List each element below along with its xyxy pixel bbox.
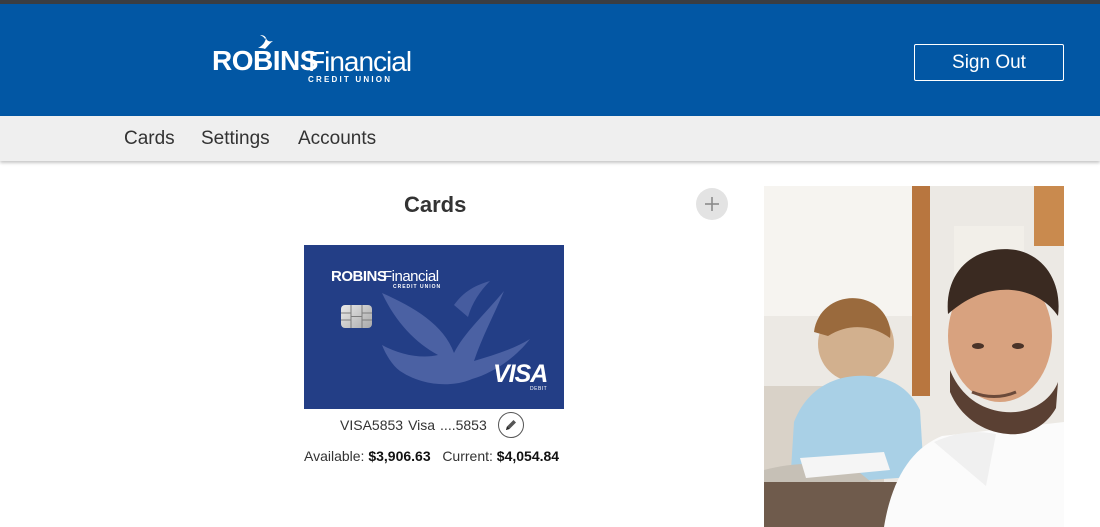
- card-name-row: VISA5853 Visa ....5853: [340, 414, 487, 436]
- nav-item-accounts[interactable]: Accounts: [298, 128, 376, 150]
- logo-brand-sub: CREDIT UNION: [308, 75, 393, 84]
- card-brand-sub: CREDIT UNION: [393, 284, 442, 290]
- main-nav: Cards Settings Accounts: [0, 116, 1100, 161]
- add-card-button[interactable]: [696, 188, 728, 220]
- nav-item-settings[interactable]: Settings: [201, 128, 270, 150]
- available-balance: $3,906.63: [368, 448, 431, 464]
- logo-brand-bold: ROBINS: [212, 45, 318, 76]
- robins-financial-logo[interactable]: ROBINS Financial CREDIT UNION: [212, 34, 412, 90]
- card-brand-bold: ROBINS: [331, 268, 387, 285]
- debit-card-image[interactable]: ROBINS Financial CREDIT UNION VISA DEBIT: [304, 245, 564, 409]
- card-chip-icon: [341, 305, 372, 328]
- sign-out-button[interactable]: Sign Out: [914, 44, 1064, 81]
- logo-brand-light: Financial: [308, 46, 412, 77]
- card-nickname: VISA5853: [340, 417, 404, 433]
- pencil-icon: [506, 420, 516, 430]
- card-balances: Available: $3,906.63 Current: $4,054.84: [304, 447, 559, 465]
- current-label: Current:: [442, 448, 493, 464]
- card-masked-number: ....5853: [440, 417, 487, 433]
- edit-card-button[interactable]: [498, 412, 524, 438]
- available-label: Available:: [304, 448, 365, 464]
- card-brand-light: Financial: [383, 268, 439, 285]
- page-title: Cards: [404, 192, 467, 217]
- man-reading-photo: [764, 186, 1064, 527]
- current-balance: $4,054.84: [496, 448, 560, 464]
- card-type: Visa: [408, 417, 436, 433]
- nav-item-cards[interactable]: Cards: [124, 128, 175, 150]
- debit-label: DEBIT: [530, 386, 548, 392]
- site-header: ROBINS Financial CREDIT UNION Sign Out: [0, 4, 1100, 116]
- plus-icon: [705, 197, 719, 211]
- visa-logo: VISA: [493, 360, 548, 388]
- promo-photo: [764, 186, 1064, 527]
